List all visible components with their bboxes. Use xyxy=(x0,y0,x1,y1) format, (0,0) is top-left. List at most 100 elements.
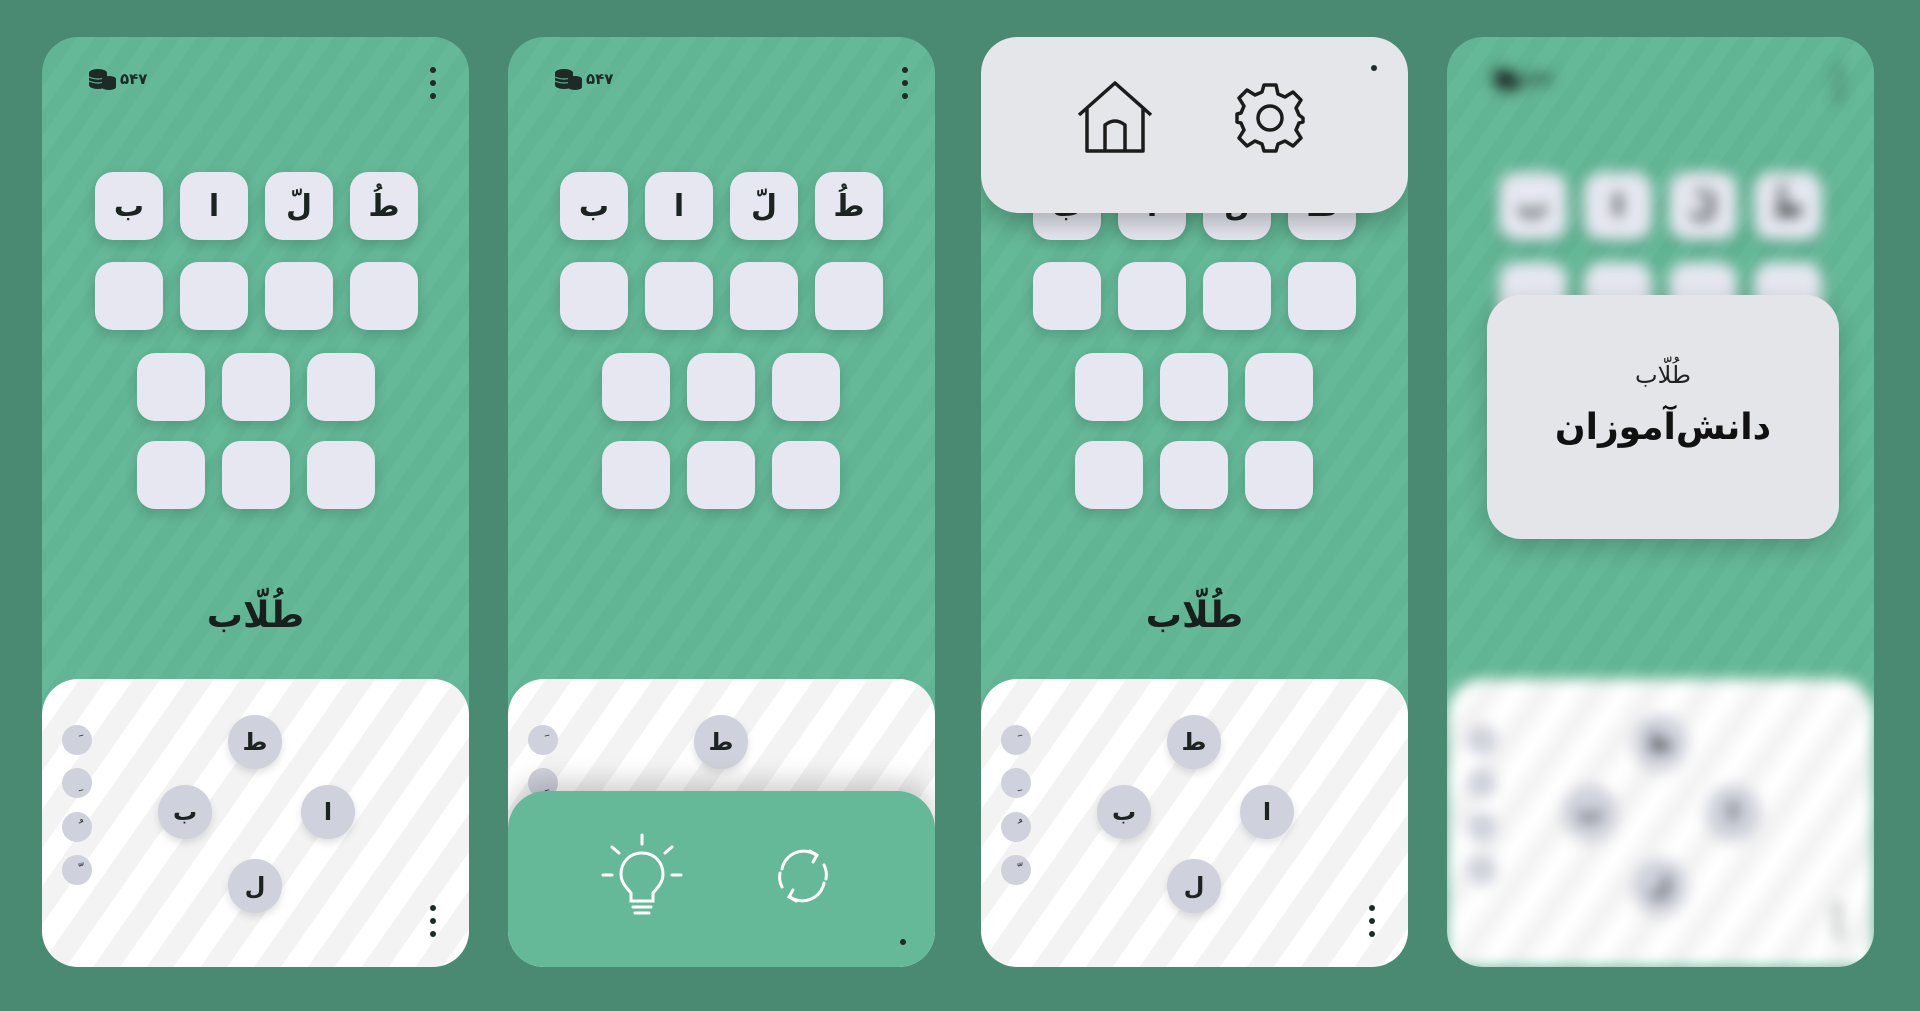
answer-tile-empty xyxy=(137,441,205,509)
answer-tile: ب xyxy=(1499,172,1567,240)
screen-top-menu: ب ا لّ طُ طُلّاب َ ِ ُ ّ ط ب ا ل xyxy=(981,37,1408,967)
answer-tile-empty xyxy=(1118,262,1186,330)
answer-tile-empty xyxy=(602,353,670,421)
screen-hint-menu: ۵۴۷ ب ا لّ طُ َ ِ ط xyxy=(508,37,935,967)
kebab-menu-icon[interactable] xyxy=(1834,67,1842,99)
answer-tile-empty xyxy=(815,262,883,330)
answer-tile-empty xyxy=(222,353,290,421)
answer-tile: لّ xyxy=(265,172,333,240)
kebab-menu-icon[interactable] xyxy=(901,67,909,99)
word-meaning-card[interactable]: طُلّاب دانش‌آموزان xyxy=(1487,295,1839,539)
wheel-letter[interactable]: ا xyxy=(301,785,355,839)
coins-icon xyxy=(554,69,582,90)
current-word: طُلّاب xyxy=(206,595,305,636)
diacritic-button[interactable]: ّ xyxy=(1001,855,1031,885)
card-meaning: دانش‌آموزان xyxy=(1554,407,1772,448)
answer-tile-empty xyxy=(1245,441,1313,509)
answer-tile-empty xyxy=(645,262,713,330)
current-word: طُلّاب xyxy=(1145,595,1244,636)
wheel-letter[interactable]: ب xyxy=(158,785,212,839)
answer-tile-empty xyxy=(1288,262,1356,330)
answer-tile-empty xyxy=(1203,262,1271,330)
wheel-letter[interactable]: ل xyxy=(228,859,282,913)
answer-tile-empty xyxy=(307,441,375,509)
top-menu-panel xyxy=(981,37,1408,213)
coin-counter: ۵۴۷ xyxy=(88,67,147,91)
answer-tile-empty xyxy=(602,441,670,509)
diacritic-button xyxy=(1467,725,1497,755)
diacritic-button[interactable]: ُ xyxy=(1001,812,1031,842)
answer-tile-empty xyxy=(1075,441,1143,509)
answer-tile: ا xyxy=(180,172,248,240)
coins-icon xyxy=(88,69,116,90)
answer-tile: طُ xyxy=(1754,172,1822,240)
wheel-letter[interactable]: ا xyxy=(1240,785,1294,839)
coin-count: ۵۴۷ xyxy=(1525,70,1553,88)
answer-tile: ا xyxy=(645,172,713,240)
answer-tile-empty xyxy=(265,262,333,330)
coin-counter: ۵۴۷ xyxy=(554,67,613,91)
wheel-letter[interactable]: ط xyxy=(694,715,748,769)
answer-tile-empty xyxy=(1033,262,1101,330)
diacritic-button[interactable]: ّ xyxy=(62,855,92,885)
wheel-letter[interactable]: ط xyxy=(228,715,282,769)
kebab-menu-icon[interactable] xyxy=(429,67,437,99)
hint-panel xyxy=(508,791,935,967)
wheel-letter[interactable]: ل xyxy=(1167,859,1221,913)
wheel-letter: ا xyxy=(1706,785,1760,839)
kebab-menu-icon xyxy=(1834,905,1842,937)
screen-word-card: ۵۴۷ ب ا لّ طُ ط ب ا ل طُلّاب دانش‌آموزان xyxy=(1447,37,1874,967)
screen-game: ۵۴۷ ب ا لّ طُ طُلّاب َ ِ ُ ّ ط ب ا ل xyxy=(42,37,469,967)
gear-icon[interactable] xyxy=(1233,81,1307,155)
answer-tile-empty xyxy=(772,441,840,509)
wheel-letter: ب xyxy=(1563,785,1617,839)
answer-tile: لّ xyxy=(1669,172,1737,240)
diacritic-button[interactable]: ِ xyxy=(1001,768,1031,798)
letter-wheel-panel: َ ِ ُ ّ ط ب ا ل xyxy=(42,679,469,967)
diacritic-button xyxy=(1467,855,1497,885)
answer-tile: ب xyxy=(560,172,628,240)
answer-tile-empty xyxy=(772,353,840,421)
answer-tile-empty xyxy=(222,441,290,509)
wheel-letter[interactable]: ط xyxy=(1167,715,1221,769)
wheel-letter: ل xyxy=(1633,859,1687,913)
coin-count: ۵۴۷ xyxy=(586,70,614,88)
answer-tile-empty xyxy=(180,262,248,330)
answer-tile: لّ xyxy=(730,172,798,240)
card-word: طُلّاب xyxy=(1634,361,1691,389)
kebab-menu-icon[interactable] xyxy=(1368,905,1376,937)
diacritic-button[interactable]: َ xyxy=(1001,725,1031,755)
answer-tile-empty xyxy=(1160,353,1228,421)
diacritic-button[interactable]: ِ xyxy=(62,768,92,798)
menu-dot xyxy=(1371,65,1377,71)
answer-tile-empty xyxy=(1075,353,1143,421)
menu-dot xyxy=(900,939,906,945)
answer-tile-empty xyxy=(687,353,755,421)
coin-count: ۵۴۷ xyxy=(120,70,148,88)
kebab-menu-icon[interactable] xyxy=(429,905,437,937)
wheel-letter: ط xyxy=(1633,715,1687,769)
answer-tile-empty xyxy=(307,353,375,421)
answer-tile-empty xyxy=(1245,353,1313,421)
answer-tile: طُ xyxy=(350,172,418,240)
diacritic-button xyxy=(1467,768,1497,798)
diacritic-button[interactable]: ُ xyxy=(62,812,92,842)
answer-tile: ب xyxy=(95,172,163,240)
diacritic-button[interactable]: َ xyxy=(528,725,558,755)
home-icon[interactable] xyxy=(1075,79,1155,155)
answer-tile: ا xyxy=(1584,172,1652,240)
answer-tile-empty xyxy=(730,262,798,330)
answer-tile-empty xyxy=(687,441,755,509)
diacritic-button[interactable]: َ xyxy=(62,725,92,755)
answer-tile: طُ xyxy=(815,172,883,240)
letter-wheel-panel: ط ب ا ل xyxy=(1447,679,1874,967)
coins-icon xyxy=(1494,69,1521,90)
wheel-letter[interactable]: ب xyxy=(1097,785,1151,839)
coin-counter: ۵۴۷ xyxy=(1493,67,1552,91)
answer-tile-empty xyxy=(350,262,418,330)
answer-tile-empty xyxy=(1160,441,1228,509)
diacritic-button xyxy=(1467,812,1497,842)
lightbulb-icon[interactable] xyxy=(600,831,684,919)
answer-tile-empty xyxy=(95,262,163,330)
refresh-icon[interactable] xyxy=(770,843,836,909)
